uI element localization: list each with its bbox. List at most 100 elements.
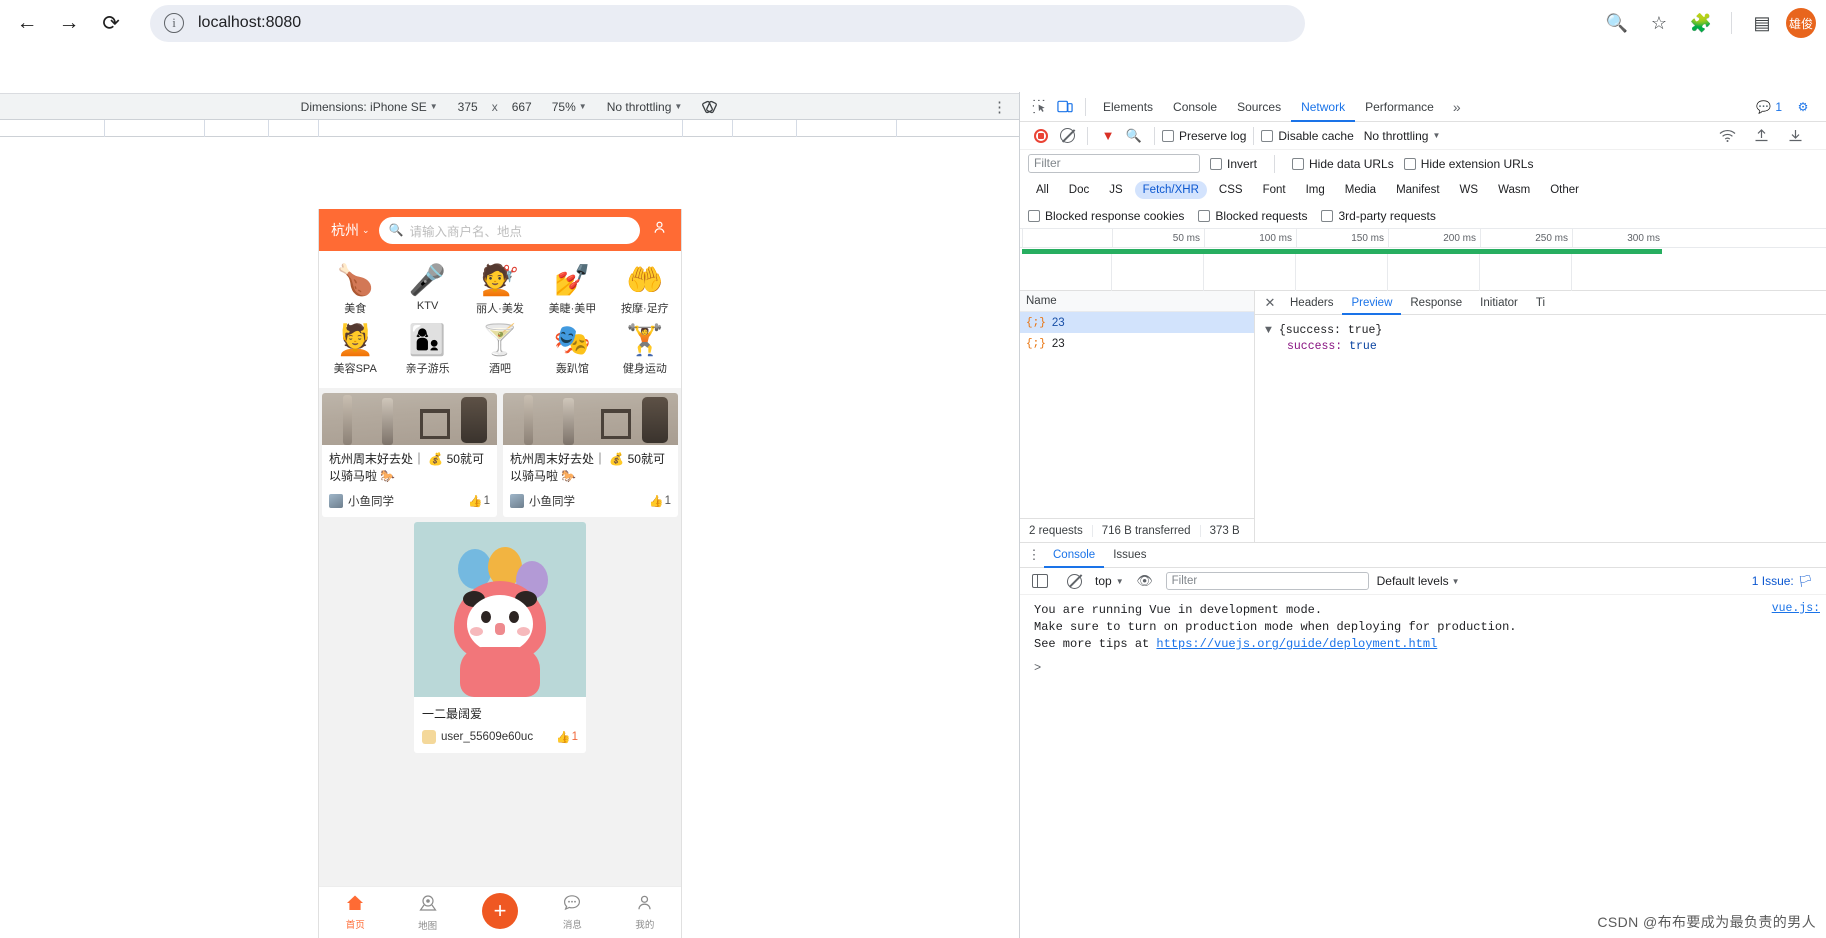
tab-elements[interactable]: Elements — [1093, 92, 1163, 122]
tab-add[interactable]: + — [464, 892, 536, 933]
console-source-link[interactable]: vue.js: — [1772, 602, 1820, 615]
zoom-search-icon[interactable]: 🔍 — [1599, 5, 1635, 41]
clear-console-icon[interactable] — [1061, 568, 1087, 594]
category-item[interactable]: 🏋 健身运动 — [609, 320, 681, 380]
back-icon[interactable]: ← — [6, 2, 48, 44]
preserve-log-checkbox[interactable]: Preserve log — [1162, 129, 1246, 143]
type-chip-media[interactable]: Media — [1337, 181, 1384, 199]
category-item[interactable]: 🍸 酒吧 — [464, 320, 536, 380]
tab-messages[interactable]: 消息 — [536, 894, 608, 931]
tab-mine[interactable]: 我的 — [609, 894, 681, 931]
category-item[interactable]: 👩‍👦 亲子游乐 — [391, 320, 463, 380]
tab-console[interactable]: Console — [1163, 92, 1227, 122]
type-chip-all[interactable]: All — [1028, 181, 1057, 199]
zoom-selector[interactable]: 75% ▼ — [542, 100, 597, 114]
blocked-response-cookies-checkbox[interactable]: Blocked response cookies — [1028, 209, 1184, 223]
drawer-tab-issues[interactable]: Issues — [1104, 543, 1155, 568]
tab-sources[interactable]: Sources — [1227, 92, 1291, 122]
console-filter-input[interactable]: Filter — [1165, 572, 1369, 590]
type-chip-manifest[interactable]: Manifest — [1388, 181, 1447, 199]
forward-arrow-icon[interactable]: → — [48, 2, 90, 44]
device-dimensions-selector[interactable]: Dimensions: iPhone SE ▼ — [291, 100, 448, 114]
type-chip-js[interactable]: JS — [1101, 181, 1130, 199]
user-icon[interactable] — [649, 220, 669, 240]
tab-performance[interactable]: Performance — [1355, 92, 1444, 122]
note-card[interactable]: 杭州周末好去处｜ 💰 50就可以骑马啦 🐎 小鱼同学 👍 1 — [503, 393, 678, 517]
triangle-down-icon[interactable]: ▼ — [1265, 324, 1272, 337]
like-button[interactable]: 👍 1 — [468, 494, 490, 508]
chevron-double-right-icon[interactable]: » — [1444, 99, 1470, 115]
detail-tab-preview[interactable]: Preview — [1342, 291, 1401, 315]
rotate-device-icon[interactable] — [692, 99, 728, 115]
category-item[interactable]: 🎭 轰趴馆 — [536, 320, 608, 380]
tab-home[interactable]: 首页 — [319, 894, 391, 931]
like-button[interactable]: 👍 1 — [649, 494, 671, 508]
filter-input[interactable]: Filter — [1028, 154, 1200, 173]
inspect-element-icon[interactable] — [1026, 94, 1052, 120]
blocked-requests-checkbox[interactable]: Blocked requests — [1198, 209, 1307, 223]
viewport-width-input[interactable]: 375 — [448, 100, 488, 114]
type-chip-font[interactable]: Font — [1255, 181, 1294, 199]
category-item[interactable]: 🤲 按摩·足疗 — [609, 260, 681, 320]
mobile-viewport[interactable]: 杭州 ⌄ 🔍 请输入商户名、地点 🍗 美食 🎤 KTV 💇 丽人·美发 💅 美睫… — [318, 209, 682, 938]
network-throttling-selector[interactable]: No throttling ▼ — [1364, 129, 1441, 143]
detail-tab-response[interactable]: Response — [1401, 291, 1471, 315]
type-chip-img[interactable]: Img — [1298, 181, 1333, 199]
viewport-height-input[interactable]: 667 — [502, 100, 542, 114]
type-chip-ws[interactable]: WS — [1452, 181, 1487, 199]
request-row[interactable]: {;} 23 — [1020, 312, 1254, 333]
invert-checkbox[interactable]: Invert — [1210, 157, 1257, 171]
request-row[interactable]: {;} 23 — [1020, 333, 1254, 354]
filter-funnel-icon[interactable]: ▼ — [1095, 123, 1121, 149]
more-options-icon[interactable]: ⋮ — [992, 98, 1007, 116]
toggle-sidebar-icon[interactable] — [1027, 568, 1053, 594]
detail-tab-headers[interactable]: Headers — [1281, 291, 1342, 315]
address-bar[interactable]: i localhost:8080 — [150, 4, 1305, 42]
network-overview-timeline[interactable]: 50 ms 100 ms 150 ms 200 ms 250 ms 300 ms — [1020, 229, 1826, 291]
clear-icon[interactable] — [1054, 123, 1080, 149]
category-item[interactable]: 💅 美睫·美甲 — [536, 260, 608, 320]
deployment-guide-link[interactable]: https://vuejs.org/guide/deployment.html — [1156, 637, 1437, 651]
upload-icon[interactable] — [1748, 123, 1774, 149]
gear-icon[interactable]: ⚙ — [1790, 94, 1816, 120]
tab-network[interactable]: Network — [1291, 92, 1355, 122]
type-chip-css[interactable]: CSS — [1211, 181, 1251, 199]
avatar[interactable]: 雄俊 — [1786, 8, 1816, 38]
search-icon[interactable]: 🔍 — [1121, 123, 1147, 149]
throttling-selector[interactable]: No throttling ▼ — [597, 100, 693, 114]
download-icon[interactable] — [1782, 123, 1808, 149]
third-party-requests-checkbox[interactable]: 3rd-party requests — [1321, 209, 1436, 223]
avatar[interactable] — [510, 494, 524, 508]
category-item[interactable]: 💇 丽人·美发 — [464, 260, 536, 320]
type-chip-fetch-xhr[interactable]: Fetch/XHR — [1134, 181, 1207, 199]
more-options-icon[interactable]: ⋮ — [1024, 547, 1044, 563]
city-selector[interactable]: 杭州 ⌄ — [331, 220, 370, 240]
category-item[interactable]: 🎤 KTV — [391, 260, 463, 320]
hide-data-urls-checkbox[interactable]: Hide data URLs — [1292, 157, 1394, 171]
avatar[interactable] — [329, 494, 343, 508]
side-panel-icon[interactable]: ▤ — [1744, 5, 1780, 41]
detail-tab-initiator[interactable]: Initiator — [1471, 291, 1527, 315]
console-prompt[interactable]: > — [1034, 661, 1826, 675]
disable-cache-checkbox[interactable]: Disable cache — [1261, 129, 1354, 143]
toggle-device-toolbar-icon[interactable] — [1052, 94, 1078, 120]
add-button[interactable]: + — [482, 892, 519, 929]
type-chip-wasm[interactable]: Wasm — [1490, 181, 1538, 199]
close-icon[interactable]: ✕ — [1259, 295, 1281, 311]
record-icon[interactable] — [1028, 123, 1054, 149]
like-button[interactable]: 👍 1 — [556, 730, 578, 744]
detail-tab-timing[interactable]: Ti — [1527, 291, 1554, 315]
category-item[interactable]: 💆 美容SPA — [319, 320, 391, 380]
star-icon[interactable]: ☆ — [1641, 5, 1677, 41]
log-levels-selector[interactable]: Default levels ▼ — [1377, 574, 1460, 588]
tab-map[interactable]: 地图 — [391, 894, 463, 932]
site-info-icon[interactable]: i — [164, 13, 184, 33]
type-chip-other[interactable]: Other — [1542, 181, 1587, 199]
category-item[interactable]: 🍗 美食 — [319, 260, 391, 320]
column-header-name[interactable]: Name — [1020, 291, 1254, 312]
live-expression-icon[interactable]: 👁 — [1132, 568, 1158, 594]
type-chip-doc[interactable]: Doc — [1061, 181, 1097, 199]
drawer-tab-console[interactable]: Console — [1044, 543, 1104, 568]
hide-extension-urls-checkbox[interactable]: Hide extension URLs — [1403, 157, 1533, 171]
puzzle-icon[interactable]: 🧩 — [1683, 5, 1719, 41]
